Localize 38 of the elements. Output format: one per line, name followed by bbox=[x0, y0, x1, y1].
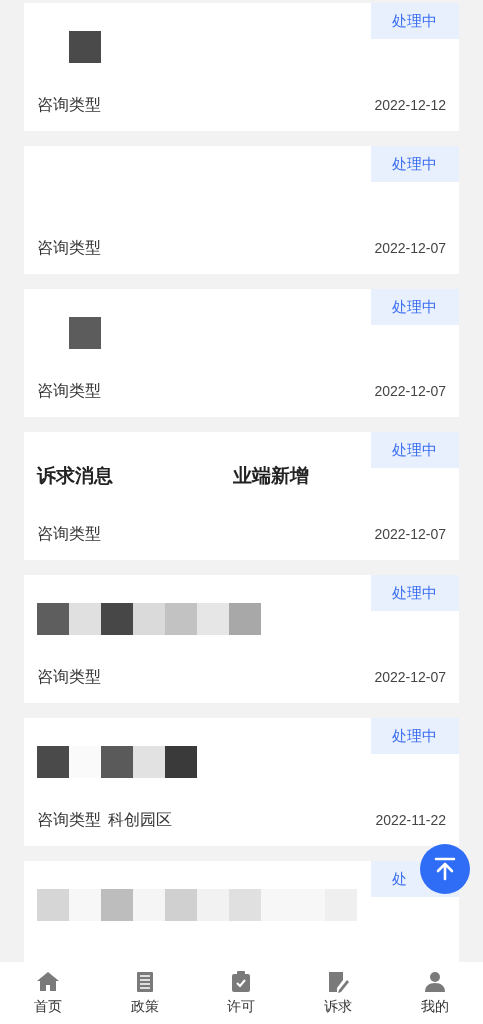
card-tag: 咨询类型 bbox=[37, 665, 101, 689]
card-date: 2022-12-07 bbox=[374, 667, 446, 687]
list-card[interactable]: 处理中 咨询类型 科创园区 2022-11-22 bbox=[24, 718, 459, 846]
list-card[interactable]: 处理中 咨询类型 2022-12-12 bbox=[24, 3, 459, 131]
status-badge: 处理中 bbox=[371, 718, 459, 754]
edit-icon bbox=[326, 969, 351, 994]
card-tag: 咨询类型 bbox=[37, 93, 101, 117]
card-tag: 科创园区 bbox=[108, 808, 172, 832]
tab-item[interactable]: 许可 bbox=[211, 969, 272, 1017]
card-tag: 咨询类型 bbox=[37, 522, 101, 546]
home-icon bbox=[36, 969, 61, 994]
status-badge: 处理中 bbox=[371, 3, 459, 39]
card-date: 2022-12-07 bbox=[374, 524, 446, 544]
tab-item[interactable]: 诉求 bbox=[308, 969, 369, 1017]
tab-item[interactable]: 我的 bbox=[404, 969, 465, 1017]
tab-item[interactable]: 政策 bbox=[114, 969, 175, 1017]
card-tag: 咨询类型 bbox=[37, 808, 101, 832]
card-title: 诉求消息 bbox=[37, 463, 113, 488]
list-card[interactable]: 处 bbox=[24, 861, 459, 962]
card-tag: 咨询类型 bbox=[37, 379, 101, 403]
person-icon bbox=[422, 969, 447, 994]
status-badge: 处理中 bbox=[371, 146, 459, 182]
list-card[interactable]: 处理中 诉求消息 业端新增 咨询类型 2022-12-07 bbox=[24, 432, 459, 560]
status-badge: 处理中 bbox=[371, 575, 459, 611]
tab-item[interactable]: 首页 bbox=[18, 969, 79, 1017]
card-tag: 咨询类型 bbox=[37, 236, 101, 260]
card-date: 2022-11-22 bbox=[375, 810, 446, 830]
card-date: 2022-12-07 bbox=[374, 238, 446, 258]
list-card[interactable]: 处理中 咨询类型 2022-12-07 bbox=[24, 146, 459, 274]
back-to-top-button[interactable] bbox=[420, 844, 470, 894]
status-badge: 处理中 bbox=[371, 432, 459, 468]
list-card[interactable]: 处理中 咨询类型 2022-12-07 bbox=[24, 289, 459, 417]
arrow-up-icon bbox=[434, 857, 456, 881]
card-date: 2022-12-07 bbox=[374, 381, 446, 401]
card-title: 业端新增 bbox=[233, 463, 309, 488]
status-badge: 处理中 bbox=[371, 289, 459, 325]
card-date: 2022-12-12 bbox=[374, 95, 446, 115]
list-card[interactable]: 处理中 咨询类型 2022-12-07 bbox=[24, 575, 459, 703]
